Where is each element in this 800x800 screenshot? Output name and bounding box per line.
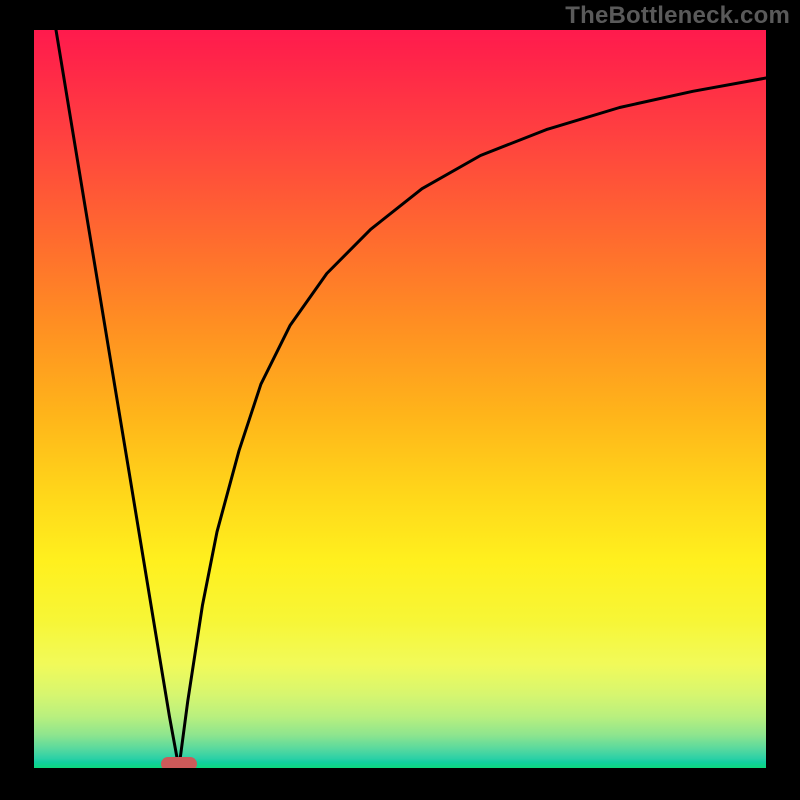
watermark-text: TheBottleneck.com bbox=[565, 2, 790, 30]
chart-frame: TheBottleneck.com bbox=[0, 0, 800, 800]
plot-area bbox=[34, 30, 766, 768]
curve-svg bbox=[34, 30, 766, 768]
curve-left-branch bbox=[56, 30, 179, 768]
optimum-marker bbox=[161, 757, 197, 768]
curve-right-branch bbox=[179, 78, 766, 768]
